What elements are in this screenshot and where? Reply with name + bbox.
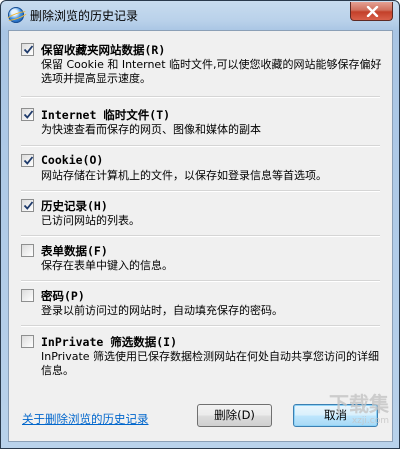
temp-files-checkbox[interactable]: [21, 108, 34, 121]
window-title: 删除浏览的历史记录: [30, 9, 139, 23]
option-title: Internet 临时文件(T): [41, 108, 171, 122]
checkmark-icon: [23, 201, 34, 210]
option-title: 历史记录(H): [41, 199, 108, 213]
option-description: 保留 Cookie 和 Internet 临时文件,可以使您收藏的网站能够保存偏…: [41, 58, 382, 85]
watermark-text: 下载集: [329, 392, 389, 416]
checkmark-icon: [23, 156, 34, 165]
title-bar[interactable]: 删除浏览的历史记录: [1, 1, 399, 31]
checkmark-icon: [23, 110, 34, 119]
inprivate-checkbox[interactable]: [21, 335, 34, 348]
option-history[interactable]: 历史记录(H) 已访问网站的列表。: [21, 199, 384, 231]
option-description: 已访问网站的列表。: [41, 214, 140, 227]
option-title: InPrivate 筛选数据(I): [41, 335, 178, 349]
option-favorites[interactable]: 保留收藏夹网站数据(R) 保留 Cookie 和 Internet 临时文件,可…: [21, 43, 384, 89]
form-data-checkbox[interactable]: [21, 244, 34, 257]
divider: [21, 280, 380, 282]
cookies-checkbox[interactable]: [21, 154, 34, 167]
option-passwords[interactable]: 密码(P) 登录以前访问过的网站时，自动填充保存的密码。: [21, 289, 384, 321]
option-description: 网站存储在计算机上的文件，以保存如登录信息等首选项。: [41, 169, 327, 182]
delete-history-dialog: 删除浏览的历史记录 保留收藏夹网站数据(R) 保留 Cookie 和 Inter…: [0, 0, 400, 449]
option-description: 为快速查看而保存的网页、图像和媒体的副本: [41, 123, 261, 136]
about-delete-history-link[interactable]: 关于删除浏览的历史记录: [22, 411, 149, 427]
option-inprivate[interactable]: InPrivate 筛选数据(I) InPrivate 筛选使用已保存数据检测网…: [21, 335, 384, 381]
option-description: 登录以前访问过的网站时，自动填充保存的密码。: [41, 304, 283, 317]
close-button[interactable]: [350, 2, 393, 21]
option-form-data[interactable]: 表单数据(F) 保存在表单中键入的信息。: [21, 244, 384, 276]
history-checkbox[interactable]: [21, 199, 34, 212]
divider: [21, 325, 380, 327]
divider: [21, 235, 380, 237]
favorites-checkbox[interactable]: [21, 43, 34, 56]
close-icon: [366, 6, 379, 17]
option-title: 表单数据(F): [41, 244, 108, 258]
internet-explorer-icon: [8, 7, 24, 23]
option-temp-files[interactable]: Internet 临时文件(T) 为快速查看而保存的网页、图像和媒体的副本: [21, 108, 384, 140]
option-title: 保留收藏夹网站数据(R): [41, 43, 166, 57]
divider: [21, 145, 380, 147]
option-description: 保存在表单中键入的信息。: [41, 259, 173, 272]
dialog-body: 保留收藏夹网站数据(R) 保留 Cookie 和 Internet 临时文件,可…: [8, 30, 393, 442]
option-title: Cookie(O): [41, 153, 104, 167]
option-description: InPrivate 筛选使用已保存数据检测网站在何处自动共享您访问的详细信息。: [41, 350, 380, 377]
delete-button[interactable]: 删除(D): [197, 404, 272, 427]
passwords-checkbox[interactable]: [21, 289, 34, 302]
watermark: 下载集 xzji.com: [311, 393, 389, 439]
divider: [21, 190, 380, 192]
watermark-sub: xzji.com: [351, 416, 389, 426]
option-cookies[interactable]: Cookie(O) 网站存储在计算机上的文件，以保存如登录信息等首选项。: [21, 153, 384, 186]
checkmark-icon: [23, 45, 34, 54]
option-title: 密码(P): [41, 289, 85, 303]
divider: [21, 96, 380, 98]
